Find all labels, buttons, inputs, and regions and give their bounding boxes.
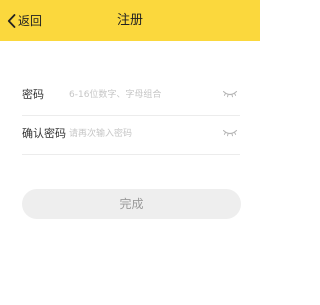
password-label: 密码 — [22, 88, 44, 101]
back-button[interactable]: 返回 — [7, 12, 42, 30]
confirm-password-row: 确认密码 — [22, 113, 240, 155]
confirm-password-input[interactable] — [69, 124, 209, 144]
password-row: 密码 — [22, 74, 240, 116]
top-nav-bar: 注册 返回 — [0, 0, 260, 41]
back-label: 返回 — [18, 14, 43, 28]
confirm-password-label: 确认密码 — [22, 127, 66, 140]
eye-closed-icon[interactable] — [222, 89, 238, 99]
eye-closed-icon[interactable] — [222, 128, 238, 138]
chevron-left-icon — [7, 14, 16, 28]
finish-button[interactable]: 完成 — [22, 189, 241, 219]
password-input[interactable] — [69, 85, 209, 105]
